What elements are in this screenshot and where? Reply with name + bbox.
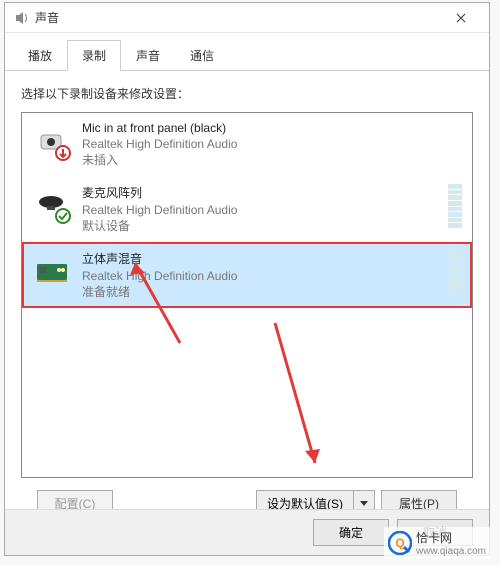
device-item[interactable]: 麦克风阵列 Realtek High Definition Audio 默认设备 [22,176,472,242]
chevron-down-icon [360,501,368,507]
tab-communications[interactable]: 通信 [175,40,229,71]
device-driver: Realtek High Definition Audio [82,203,442,217]
device-name: Mic in at front panel (black) [82,121,462,135]
sound-app-icon [13,10,29,26]
device-list[interactable]: Mic in at front panel (black) Realtek Hi… [21,112,473,478]
watermark-name: 恰卡网 [416,531,452,545]
device-status: 默认设备 [82,217,442,234]
tab-recording[interactable]: 录制 [67,40,121,71]
device-item[interactable]: Mic in at front panel (black) Realtek Hi… [22,113,472,176]
device-status: 准备就绪 [82,283,442,300]
watermark-url: www.qiaqa.com [416,546,486,557]
window-title: 声音 [35,9,441,26]
device-info: 麦克风阵列 Realtek High Definition Audio 默认设备 [82,184,442,234]
watermark-logo: Q [388,531,412,555]
titlebar: 声音 [5,3,489,33]
device-driver: Realtek High Definition Audio [82,269,442,283]
mic-icon [32,184,74,228]
close-button[interactable] [441,4,481,32]
sound-settings-window: 声音 播放 录制 声音 通信 选择以下录制设备来修改设置： Mic in at … [4,2,490,556]
tab-playback[interactable]: 播放 [13,40,67,71]
device-name: 立体声混音 [82,250,442,267]
instruction-text: 选择以下录制设备来修改设置： [21,85,473,102]
level-meter [448,250,462,294]
device-info: Mic in at front panel (black) Realtek Hi… [82,121,462,168]
tab-sounds[interactable]: 声音 [121,40,175,71]
tab-strip: 播放 录制 声音 通信 [5,35,489,71]
soundcard-icon [32,250,74,294]
device-driver: Realtek High Definition Audio [82,137,462,151]
close-icon [456,13,466,23]
watermark: Q 恰卡网 www.qiaqa.com [384,527,490,559]
jack-icon [32,121,74,165]
tab-content: 选择以下录制设备来修改设置： Mic in at front panel (bl… [5,71,489,531]
device-name: 麦克风阵列 [82,184,442,201]
device-status: 未插入 [82,151,462,168]
device-item-selected[interactable]: 立体声混音 Realtek High Definition Audio 准备就绪 [22,242,472,308]
ok-button[interactable]: 确定 [313,519,389,546]
svg-text:Q: Q [395,536,404,550]
device-info: 立体声混音 Realtek High Definition Audio 准备就绪 [82,250,442,300]
level-meter [448,184,462,228]
